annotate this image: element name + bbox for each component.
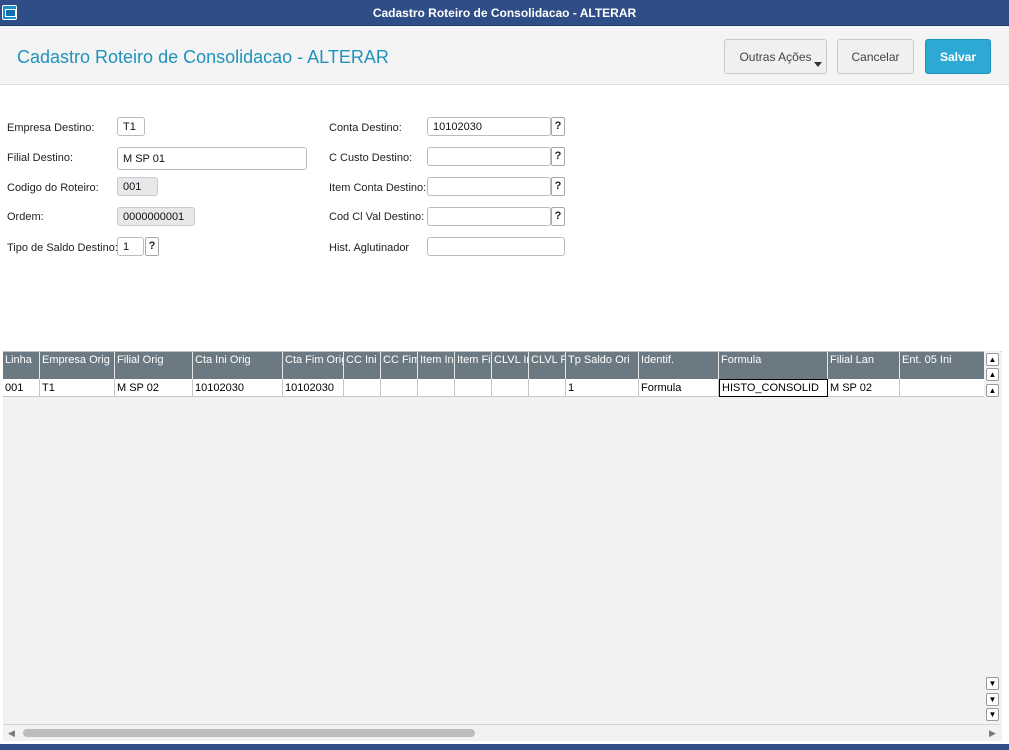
column-header-formula[interactable]: Formula (719, 352, 828, 379)
column-header-ent-05-ini[interactable]: Ent. 05 Ini (900, 352, 984, 379)
vertical-scrollbar[interactable]: ▲ ▲ ▲ ▼ ▼ ▼ (984, 351, 1001, 724)
cod-cl-val-destino-field[interactable] (427, 207, 551, 226)
page-header: Cadastro Roteiro de Consolidacao - ALTER… (0, 26, 1009, 85)
codigo-roteiro-label: Codigo do Roteiro: (7, 182, 99, 194)
table-cell[interactable]: 1 (566, 379, 639, 397)
scroll-up-icon[interactable]: ▲ (986, 384, 999, 397)
empresa-destino-label: Empresa Destino: (7, 122, 95, 134)
scroll-last-icon[interactable]: ▼ (986, 708, 999, 721)
table-cell[interactable] (455, 379, 492, 397)
c-custo-destino-field[interactable] (427, 147, 551, 166)
table-cell[interactable]: 10102030 (283, 379, 344, 397)
column-header-cc-fim-orig[interactable]: CC Fim Orig (381, 352, 418, 379)
scroll-page-up-icon[interactable]: ▲ (986, 368, 999, 381)
column-header-tp-saldo-ori[interactable]: Tp Saldo Ori (566, 352, 639, 379)
column-header-item-fim-orig[interactable]: Item Fim Orig (455, 352, 492, 379)
table-cell[interactable] (529, 379, 566, 397)
table-row[interactable]: 001 T1 M SP 02 10102030 10102030 1 Formu… (3, 379, 984, 397)
table-cell[interactable] (381, 379, 418, 397)
column-header-clvl-fim-orig[interactable]: CLVL Fim Orig (529, 352, 566, 379)
cod-cl-val-lookup-button[interactable]: ? (551, 207, 565, 226)
column-header-clvl-ini-orig[interactable]: CLVL Ini Orig (492, 352, 529, 379)
column-header-empresa-orig[interactable]: Empresa Orig (40, 352, 115, 379)
item-conta-lookup-button[interactable]: ? (551, 177, 565, 196)
c-custo-lookup-button[interactable]: ? (551, 147, 565, 166)
tipo-saldo-lookup-button[interactable]: ? (145, 237, 159, 256)
column-header-filial-lan[interactable]: Filial Lan (828, 352, 900, 379)
table-cell[interactable]: M SP 02 (115, 379, 193, 397)
scroll-page-down-icon[interactable]: ▼ (986, 693, 999, 706)
tipo-saldo-destino-label: Tipo de Saldo Destino: (7, 242, 118, 254)
window-titlebar: Cadastro Roteiro de Consolidacao - ALTER… (0, 0, 1009, 26)
table-cell[interactable]: 10102030 (193, 379, 283, 397)
column-header-cta-fim-orig[interactable]: Cta Fim Orig (283, 352, 344, 379)
grid-header: Linha Empresa Orig Filial Orig Cta Ini O… (3, 352, 984, 379)
column-header-cc-ini-orig[interactable]: CC Ini Orig (344, 352, 381, 379)
conta-destino-field[interactable]: 10102030 (427, 117, 551, 136)
tipo-saldo-destino-field[interactable]: 1 (117, 237, 144, 256)
other-actions-label: Outras Ações (739, 49, 812, 64)
consolidation-grid: Linha Empresa Orig Filial Orig Cta Ini O… (3, 351, 1002, 741)
empresa-destino-field[interactable]: T1 (117, 117, 145, 136)
item-conta-destino-field[interactable] (427, 177, 551, 196)
cancel-button[interactable]: Cancelar (837, 39, 914, 74)
c-custo-destino-label: C Custo Destino: (329, 152, 413, 164)
table-cell[interactable] (418, 379, 455, 397)
hist-aglutinador-field[interactable] (427, 237, 565, 256)
conta-destino-label: Conta Destino: (329, 122, 402, 134)
chevron-down-icon (814, 62, 822, 67)
table-cell[interactable]: Formula (639, 379, 719, 397)
table-cell[interactable] (492, 379, 529, 397)
table-cell[interactable]: M SP 02 (828, 379, 900, 397)
page-title: Cadastro Roteiro de Consolidacao - ALTER… (17, 47, 389, 67)
window-title: Cadastro Roteiro de Consolidacao - ALTER… (372, 6, 637, 20)
cod-cl-val-destino-label: Cod Cl Val Destino: (329, 211, 425, 223)
save-button[interactable]: Salvar (925, 39, 991, 74)
scroll-left-icon[interactable]: ◀ (8, 728, 15, 739)
ordem-field: 0000000001 (117, 207, 195, 226)
scroll-first-icon[interactable]: ▲ (986, 353, 999, 366)
ordem-label: Ordem: (7, 211, 44, 223)
item-conta-destino-label: Item Conta Destino: (329, 182, 427, 194)
table-cell[interactable]: 001 (3, 379, 40, 397)
table-cell[interactable] (900, 379, 984, 397)
selected-table-cell[interactable]: HISTO_CONSOLID (719, 379, 828, 397)
horizontal-scrollbar[interactable]: ◀ ▶ (3, 724, 1001, 741)
codigo-roteiro-field: 001 (117, 177, 158, 196)
window-bottom-border (0, 744, 1009, 750)
other-actions-button[interactable]: Outras Ações (724, 39, 827, 74)
table-cell[interactable] (344, 379, 381, 397)
column-header-filial-orig[interactable]: Filial Orig (115, 352, 193, 379)
horizontal-scroll-thumb[interactable] (23, 729, 475, 737)
column-header-cta-ini-orig[interactable]: Cta Ini Orig (193, 352, 283, 379)
column-header-identif[interactable]: Identif. (639, 352, 719, 379)
hist-aglutinador-label: Hist. Aglutinador (329, 242, 410, 254)
filial-destino-field[interactable]: M SP 01 (117, 147, 307, 170)
filial-destino-label: Filial Destino: (7, 152, 74, 164)
column-header-item-ini-orig[interactable]: Item Ini Orig (418, 352, 455, 379)
scroll-right-icon[interactable]: ▶ (989, 728, 996, 739)
table-cell[interactable]: T1 (40, 379, 115, 397)
conta-destino-lookup-button[interactable]: ? (551, 117, 565, 136)
scroll-down-icon[interactable]: ▼ (986, 677, 999, 690)
column-header-linha[interactable]: Linha (3, 352, 40, 379)
